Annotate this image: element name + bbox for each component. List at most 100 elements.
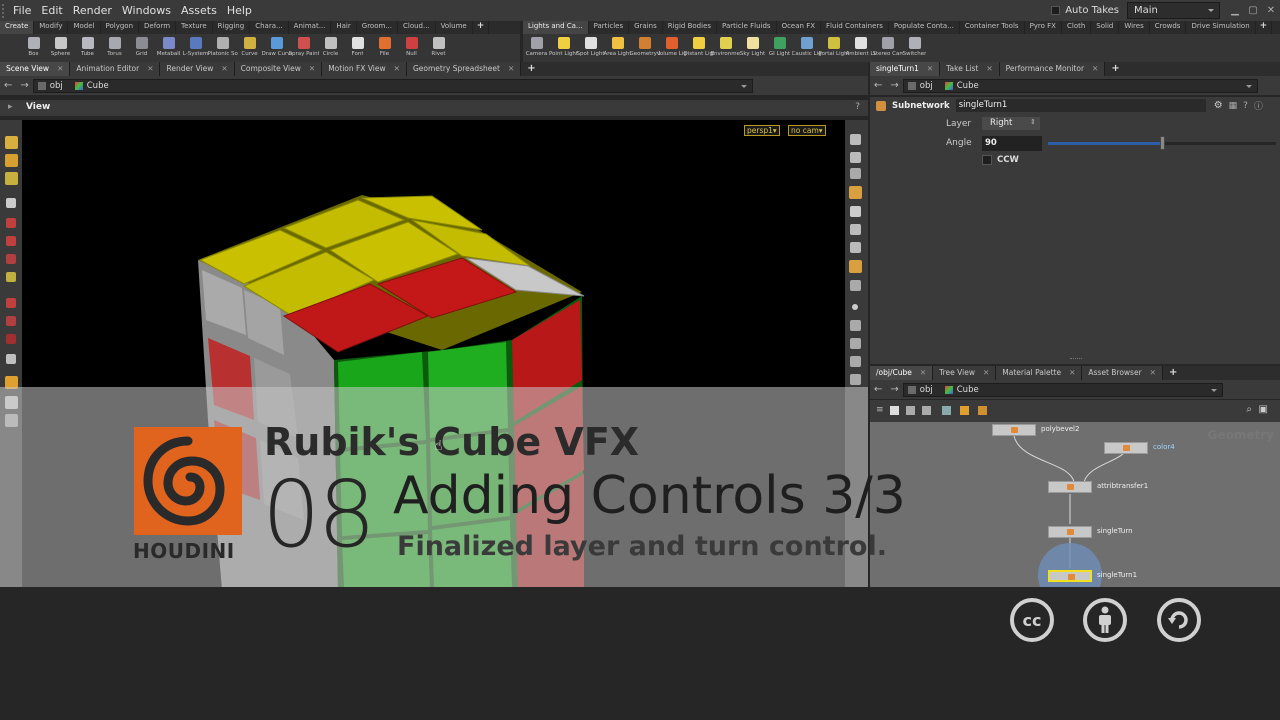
shelf-tab-container-tools[interactable]: Container Tools [960, 21, 1025, 34]
bulb-icon[interactable] [850, 224, 861, 235]
transform-mode-icon[interactable] [5, 172, 18, 185]
headlight-icon[interactable] [850, 206, 861, 217]
menu-assets[interactable]: Assets [176, 4, 222, 17]
shelf-tab-modify[interactable]: Modify [34, 21, 69, 34]
select-tool-icon[interactable] [5, 136, 18, 149]
close-tab-icon[interactable]: ✕ [394, 64, 400, 73]
light-icon[interactable] [850, 168, 861, 179]
vector-display-icon[interactable] [850, 338, 861, 349]
shelf-tab-chara[interactable]: Chara... [250, 21, 289, 34]
shelf-tool-area-light[interactable]: Area Light [603, 34, 632, 62]
add-shelf-tab-icon[interactable]: + [473, 21, 490, 34]
pane-tab-material-palette[interactable]: Material Palette ✕ [996, 366, 1083, 380]
pose-tool-icon[interactable] [6, 272, 16, 282]
shelf-tool-spray-paint[interactable]: Spray Paint [289, 34, 319, 62]
close-tab-icon[interactable]: ✕ [1092, 64, 1098, 73]
menu-windows[interactable]: Windows [117, 4, 176, 17]
shelf-tab-populate-conta[interactable]: Populate Conta... [889, 21, 960, 34]
pane-tab-animation-editor[interactable]: Animation Editor ✕ [70, 62, 161, 76]
shelf-tool-tube[interactable]: Tube [74, 34, 101, 62]
network-editor[interactable]: Geometry polybevel2 color4 attribtransfe… [870, 422, 1280, 592]
rotate-tool-icon[interactable] [6, 236, 16, 246]
shelf-tool-stereo-cam[interactable]: Stereo Cam... [873, 34, 903, 62]
shelf-tab-model[interactable]: Model [68, 21, 101, 34]
shelf-tab-solid[interactable]: Solid [1091, 21, 1120, 34]
shelf-tab-pyro-fx[interactable]: Pyro FX [1025, 21, 1062, 34]
shelf-tool-torus[interactable]: Torus [101, 34, 128, 62]
minimize-icon[interactable]: ▁ [1226, 5, 1244, 16]
shelf-tool-distant-light[interactable]: Distant Light [684, 34, 714, 62]
normals-icon[interactable] [850, 280, 861, 291]
net-forward-arrow-icon[interactable]: → [890, 384, 898, 395]
snap-tool-icon[interactable] [6, 354, 16, 364]
close-tab-icon[interactable]: ✕ [147, 64, 153, 73]
shelf-tool-grid[interactable]: Grid [128, 34, 155, 62]
magnet-tool-icon[interactable] [6, 334, 16, 344]
shelf-tool-metaball[interactable]: Metaball [155, 34, 182, 62]
param-path-cube[interactable]: Cube [941, 81, 987, 91]
close-tab-icon[interactable]: ✕ [221, 64, 227, 73]
close-tab-icon[interactable]: ✕ [1150, 368, 1156, 377]
network-box-icon[interactable] [906, 406, 915, 415]
node-singleturn1-body[interactable] [1048, 570, 1092, 582]
add-pane-tab-icon[interactable]: + [1105, 62, 1125, 76]
shelf-tool-environme[interactable]: Environme... [711, 34, 741, 62]
shelf-tab-cloud[interactable]: Cloud... [398, 21, 436, 34]
node-attribtransfer1-body[interactable] [1048, 481, 1092, 493]
shelf-tab-crowds[interactable]: Crowds [1150, 21, 1187, 34]
pane-splitter-grip[interactable] [1070, 358, 1082, 360]
scale-tool-icon[interactable] [6, 254, 16, 264]
pane-tab-asset-browser[interactable]: Asset Browser ✕ [1082, 366, 1163, 380]
shelf-tab-rigging[interactable]: Rigging [213, 21, 251, 34]
shelf-tool-null[interactable]: Null [398, 34, 425, 62]
shelf-tab-cloth[interactable]: Cloth [1062, 21, 1092, 34]
shelf-tab-particle-fluids[interactable]: Particle Fluids [717, 21, 777, 34]
gear-icon[interactable]: ⚙ [1214, 100, 1223, 111]
pane-tab-motion-fx-view[interactable]: Motion FX View ✕ [322, 62, 407, 76]
net-path-obj[interactable]: obj [904, 385, 941, 395]
shading-mode-icon[interactable] [849, 186, 862, 199]
net-back-arrow-icon[interactable]: ← [874, 384, 882, 395]
shelf-tool-sky-light[interactable]: Sky Light [739, 34, 766, 62]
shelf-tab-lights-and-ca[interactable]: Lights and Ca... [523, 21, 589, 34]
menu-file[interactable]: File [8, 4, 36, 17]
shelf-tool-camera[interactable]: Camera [523, 34, 550, 62]
pane-tab-obj-cube[interactable]: /obj/Cube ✕ [870, 366, 934, 380]
list-mode-icon[interactable]: ≡ [876, 405, 884, 415]
close-tab-icon[interactable]: ✕ [927, 64, 933, 73]
ccw-checkbox[interactable] [982, 155, 992, 165]
node-name-field[interactable]: singleTurn1 [955, 99, 1206, 112]
arrow-tool-icon[interactable] [6, 198, 16, 208]
pane-tab-take-list[interactable]: Take List ✕ [940, 62, 1000, 76]
angle-slider-handle[interactable] [1160, 136, 1165, 150]
param-back-arrow-icon[interactable]: ← [874, 80, 882, 91]
shelf-tool-rivet[interactable]: Rivet [425, 34, 452, 62]
close-tab-icon[interactable]: ✕ [57, 64, 63, 73]
pane-tab-render-view[interactable]: Render View ✕ [160, 62, 235, 76]
shelf-tab-volume[interactable]: Volume [436, 21, 473, 34]
node-polybevel2-body[interactable] [992, 424, 1036, 436]
shelf-tool-circle[interactable]: Circle [317, 34, 344, 62]
net-path-cube[interactable]: Cube [941, 385, 987, 395]
close-tab-icon[interactable]: ✕ [920, 368, 926, 377]
network-path-field[interactable]: obj Cube [902, 382, 1223, 397]
shelf-tool-box[interactable]: Box [20, 34, 47, 62]
geometry-display-icon[interactable] [849, 260, 862, 273]
shelf-tool-sphere[interactable]: Sphere [47, 34, 74, 62]
viewport-menu-icon[interactable]: ▸ [8, 102, 13, 112]
node-shape-icon[interactable] [890, 406, 899, 415]
pane-tab-scene-view[interactable]: Scene View ✕ [0, 62, 71, 76]
select-mode-icon[interactable] [5, 154, 18, 167]
close-tab-icon[interactable]: ✕ [986, 64, 992, 73]
shelf-tool-ambient-li[interactable]: Ambient Li... [846, 34, 876, 62]
move-tool-icon[interactable] [6, 218, 16, 228]
numbers-display-icon[interactable] [850, 356, 861, 367]
node-color4-body[interactable] [1104, 442, 1148, 454]
back-arrow-icon[interactable]: ← [4, 80, 12, 91]
point-display-icon[interactable] [852, 304, 858, 310]
shelf-tab-drive-simulation[interactable]: Drive Simulation [1186, 21, 1256, 34]
add-pane-tab-icon[interactable]: + [1163, 366, 1183, 380]
shelf-tab-ocean-fx[interactable]: Ocean FX [777, 21, 822, 34]
shelf-tab-wires[interactable]: Wires [1119, 21, 1150, 34]
color-palette-icon[interactable] [960, 406, 969, 415]
